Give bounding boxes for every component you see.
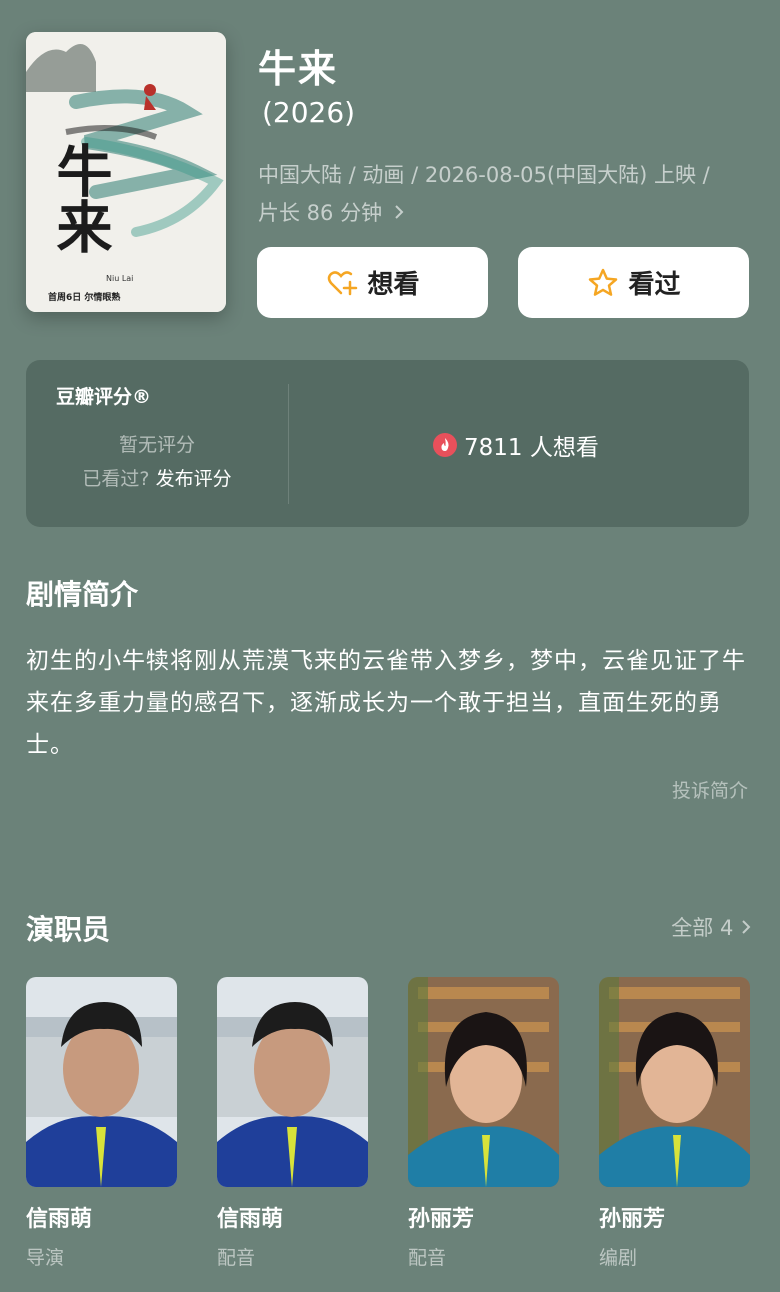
cast-heading: 演职员 <box>26 913 111 946</box>
cast-role: 导演 <box>26 1247 65 1269</box>
rating-card: 豆瓣评分® 暂无评分 已看过? 发布评分 7811 人想看 <box>26 360 749 527</box>
seen-question: 已看过? <box>82 468 150 490</box>
poster-subtitle: Niu Lai <box>106 274 134 283</box>
cast-card[interactable]: 信雨萌 导演 <box>26 977 177 1270</box>
seen-label: 看过 <box>628 270 681 300</box>
no-rating-text: 暂无评分 <box>118 434 195 456</box>
divider <box>288 384 289 504</box>
cast-name: 孙丽芳 <box>408 1207 475 1232</box>
cast-name: 信雨萌 <box>26 1207 93 1232</box>
meta-line-1: 中国大陆 / 动画 / 2026-08-05(中国大陆) 上映 / <box>258 163 710 187</box>
heart-plus-icon <box>325 266 359 300</box>
cast-all-link[interactable]: 全部 4 <box>671 912 752 942</box>
cast-role: 编剧 <box>599 1247 638 1269</box>
wish-label: 想看 <box>367 270 420 300</box>
chevron-right-icon <box>740 916 752 940</box>
meta-duration: 片长 86 分钟 <box>258 201 383 225</box>
seen-button[interactable]: 看过 <box>518 247 749 318</box>
cast-card[interactable]: 孙丽芳 配音 <box>408 977 559 1270</box>
seen-prompt: 已看过? 发布评分 <box>26 464 288 491</box>
cast-photo <box>26 977 177 1187</box>
poster-calligraphy: 牛来 <box>47 142 113 254</box>
synopsis-heading: 剧情简介 <box>26 578 139 611</box>
cast-photo <box>408 977 559 1187</box>
movie-poster[interactable]: 牛来 Niu Lai 首周6日 尔情眼熟 <box>26 32 226 312</box>
movie-year: (2026) <box>262 96 356 129</box>
star-outline-icon <box>586 266 620 300</box>
movie-meta[interactable]: 中国大陆 / 动画 / 2026-08-05(中国大陆) 上映 / 片长 86 … <box>258 156 758 232</box>
cast-role: 配音 <box>408 1247 447 1269</box>
rating-title: 豆瓣评分® <box>56 386 152 408</box>
cast-card[interactable]: 孙丽芳 编剧 <box>599 977 750 1270</box>
wish-button[interactable]: 想看 <box>257 247 488 318</box>
publish-rating-link[interactable]: 发布评分 <box>156 468 232 490</box>
fire-icon <box>432 432 458 458</box>
want-count: 7811 人想看 <box>432 428 599 462</box>
want-count-text: 7811 人想看 <box>464 435 599 461</box>
poster-tagline: 首周6日 尔情眼熟 <box>48 293 121 303</box>
meta-line-2: 片长 86 分钟 <box>258 194 758 232</box>
cast-photo <box>599 977 750 1187</box>
cast-role: 配音 <box>217 1247 256 1269</box>
chevron-right-icon <box>393 194 405 232</box>
cast-name: 信雨萌 <box>217 1207 284 1232</box>
cast-photo <box>217 977 368 1187</box>
cast-all-label: 全部 4 <box>671 916 734 940</box>
complain-link[interactable]: 投诉简介 <box>672 776 748 803</box>
cast-name: 孙丽芳 <box>599 1207 666 1232</box>
movie-title: 牛来 <box>258 47 339 91</box>
synopsis-text: 初生的小牛犊将刚从荒漠飞来的云雀带入梦乡，梦中，云雀见证了牛来在多重力量的感召下… <box>26 648 746 758</box>
cast-card[interactable]: 信雨萌 配音 <box>217 977 368 1270</box>
